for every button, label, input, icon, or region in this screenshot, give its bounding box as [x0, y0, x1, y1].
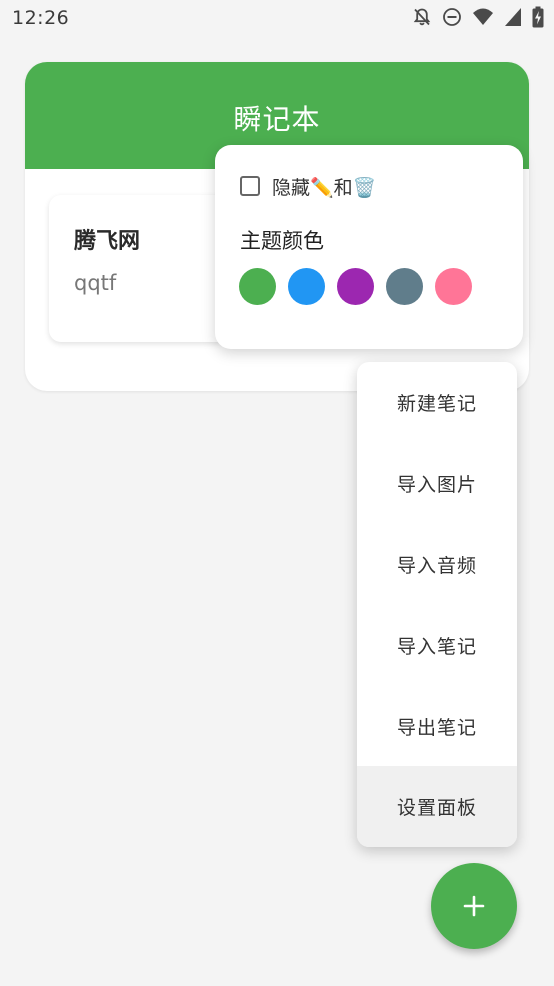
hide-label: 隐藏✏️和🗑️: [272, 176, 377, 199]
cellular-signal-icon: [504, 7, 522, 31]
do-not-disturb-icon: [442, 7, 462, 31]
note-title: 腾飞网: [74, 229, 141, 254]
add-fab-button[interactable]: [431, 863, 517, 949]
action-menu: 新建笔记 导入图片 导入音频 导入笔记 导出笔记 设置面板: [357, 362, 517, 847]
status-time: 12:26: [12, 7, 70, 29]
wifi-icon: [472, 7, 494, 31]
hide-checkbox[interactable]: [240, 176, 260, 196]
status-bar: 12:26: [0, 0, 554, 38]
status-icons: [412, 6, 544, 32]
theme-swatch-bluegrey[interactable]: [386, 268, 423, 305]
app-title: 瞬记本: [233, 103, 321, 136]
battery-charging-icon: [532, 6, 544, 32]
note-body: qqtf: [74, 271, 117, 295]
menu-item-new-note[interactable]: 新建笔记: [357, 362, 517, 443]
theme-swatch-purple[interactable]: [337, 268, 374, 305]
hide-toggle-row[interactable]: 隐藏✏️和🗑️: [240, 173, 376, 199]
theme-swatch-pink[interactable]: [435, 268, 472, 305]
theme-swatch-blue[interactable]: [288, 268, 325, 305]
menu-item-import-notes[interactable]: 导入笔记: [357, 605, 517, 686]
theme-color-swatches: [239, 268, 472, 305]
plus-icon: [431, 863, 517, 949]
menu-item-import-audio[interactable]: 导入音频: [357, 524, 517, 605]
settings-popup: 隐藏✏️和🗑️ 主题颜色: [215, 145, 523, 349]
note-card[interactable]: 腾飞网 qqtf: [49, 195, 229, 342]
notifications-off-icon: [412, 7, 432, 31]
theme-color-label: 主题颜色: [240, 229, 324, 253]
menu-item-settings-panel[interactable]: 设置面板: [357, 766, 517, 847]
menu-item-import-image[interactable]: 导入图片: [357, 443, 517, 524]
theme-swatch-green[interactable]: [239, 268, 276, 305]
menu-item-export-notes[interactable]: 导出笔记: [357, 686, 517, 767]
